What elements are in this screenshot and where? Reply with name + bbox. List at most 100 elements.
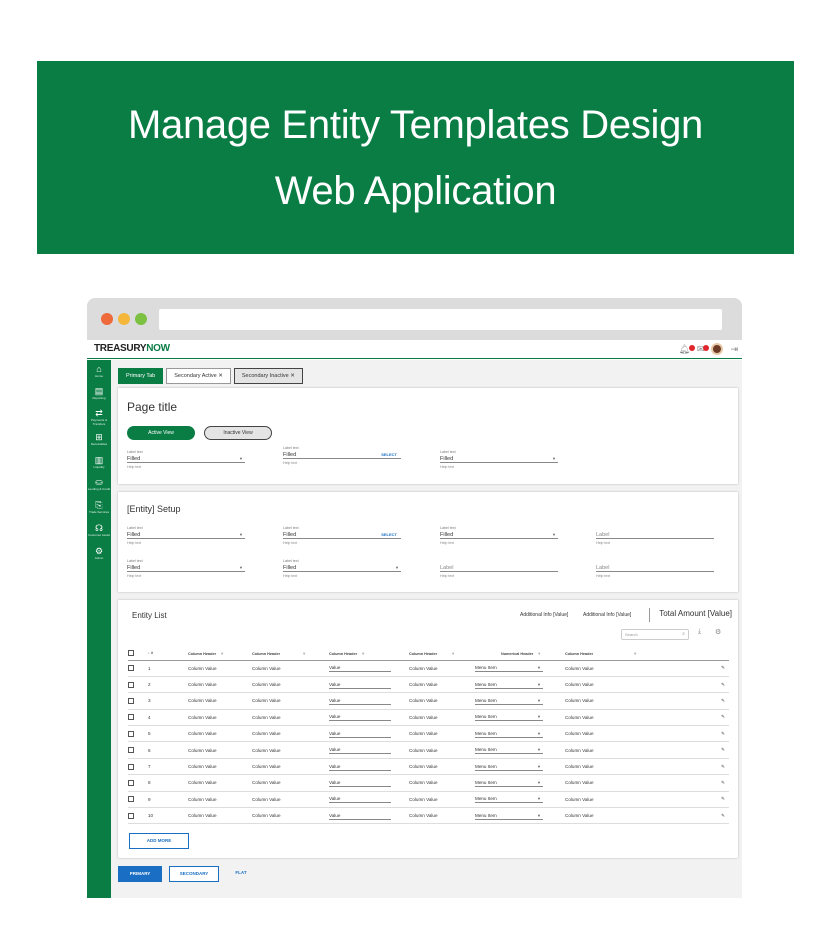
maximize-window-dot[interactable] — [135, 313, 147, 325]
select-all-checkbox[interactable] — [128, 650, 134, 657]
value-input[interactable]: Value — [329, 664, 391, 673]
pencil-icon[interactable]: ✎ — [721, 764, 725, 769]
value-input[interactable]: Value — [329, 812, 391, 820]
value-input[interactable]: Value — [329, 746, 391, 755]
dropdown-field[interactable]: Label text Filled ▼ Help text — [440, 450, 558, 471]
value-input[interactable]: Value — [329, 795, 391, 804]
table-row[interactable]: 5 Column Value Column Value Value Column Val… — [128, 725, 729, 743]
sidebar-item-reporting[interactable]: ▤ Reporting — [87, 386, 111, 400]
address-bar[interactable] — [159, 309, 722, 330]
add-more-button[interactable]: ADD MORE — [129, 833, 189, 849]
tab-secondary-active[interactable]: Secondary Active ✕ — [166, 368, 231, 384]
table-row[interactable]: 6 Column Value Column Value Value Column Val… — [128, 741, 729, 759]
text-field[interactable]: Label Help text — [596, 526, 714, 547]
column-header[interactable]: Column Header ▼ — [252, 647, 329, 661]
dropdown-field[interactable]: Label text Filled ▼ Help text — [283, 559, 401, 580]
table-row[interactable]: 1 Column Value Column Value Value Column Val… — [128, 660, 729, 677]
pencil-icon[interactable]: ✎ — [721, 813, 725, 818]
gear-icon[interactable]: ⚙ — [715, 628, 721, 636]
pencil-icon[interactable]: ✎ — [721, 665, 725, 670]
table-row[interactable]: 3 Column Value Column Value Value Column Val… — [128, 692, 729, 710]
dropdown-field[interactable]: Label text Filled ▼ Help text — [127, 559, 245, 580]
select-link[interactable]: SELECT — [381, 451, 397, 459]
logout-icon[interactable]: ⇥ — [730, 343, 738, 355]
row-checkbox[interactable] — [128, 714, 134, 721]
pencil-icon[interactable]: ✎ — [721, 731, 725, 736]
sidebar-item-customer-assist[interactable]: ☊ Customer Assist — [87, 523, 111, 537]
menu-item-dropdown[interactable]: Menu Item ▼ — [475, 746, 543, 755]
table-row[interactable]: 10 Column Value Column Value Value Column Va… — [128, 807, 729, 825]
filter-icon[interactable]: ▼ — [220, 651, 224, 656]
filter-icon[interactable]: ▼ — [633, 651, 637, 656]
tab-secondary-inactive[interactable]: Secondary Inactive ✕ — [233, 368, 303, 384]
menu-item-dropdown[interactable]: Menu Item ▼ — [475, 730, 543, 738]
tab-primary[interactable]: Primary Tab — [118, 368, 164, 384]
secondary-button[interactable]: SECONDARY — [169, 866, 219, 882]
table-row[interactable]: 2 Column Value Column Value Value Column Val… — [128, 676, 729, 694]
column-header[interactable]: ↓ # — [148, 647, 188, 661]
value-input[interactable]: Value — [329, 681, 391, 689]
table-row[interactable]: 7 Column Value Column Value Value Column Val… — [128, 758, 729, 776]
row-checkbox[interactable] — [128, 796, 134, 803]
sidebar-item-lending[interactable]: ⛀ Lending & Credit — [87, 477, 111, 491]
column-header[interactable]: Column Header ▼ — [409, 647, 475, 661]
pencil-icon[interactable]: ✎ — [721, 796, 725, 801]
value-input[interactable]: Value — [329, 697, 391, 705]
menu-item-dropdown[interactable]: Menu Item ▼ — [475, 664, 543, 673]
value-input[interactable]: Value — [329, 713, 391, 722]
menu-item-dropdown[interactable]: Menu Item ▼ — [475, 713, 543, 722]
pencil-icon[interactable]: ✎ — [721, 698, 725, 703]
table-row[interactable]: 9 Column Value Column Value Value Column Val… — [128, 791, 729, 809]
sidebar-item-home[interactable]: ⌂ Home — [87, 364, 111, 378]
pencil-icon[interactable]: ✎ — [721, 682, 725, 687]
filter-icon[interactable]: ▼ — [537, 651, 541, 656]
sidebar-item-liquidity[interactable]: ▥ Liquidity — [87, 455, 111, 469]
sidebar-item-trade[interactable]: ⎘ Trade Services — [87, 500, 111, 514]
value-input[interactable]: Value — [329, 763, 391, 771]
pencil-icon[interactable]: ✎ — [721, 714, 725, 719]
menu-item-dropdown[interactable]: Menu Item ▼ — [475, 779, 543, 787]
avatar[interactable] — [711, 343, 724, 355]
menu-item-dropdown[interactable]: Menu Item ▼ — [475, 795, 543, 804]
dropdown-field[interactable]: Label text Filled ▼ Help text — [127, 450, 245, 471]
close-window-dot[interactable] — [101, 313, 113, 325]
dropdown-field[interactable]: Label text Filled ▼ Help text — [440, 526, 558, 547]
row-checkbox[interactable] — [128, 730, 134, 737]
select-link[interactable]: SELECT — [381, 531, 397, 539]
pencil-icon[interactable]: ✎ — [721, 747, 725, 752]
row-checkbox[interactable] — [128, 681, 134, 688]
select-field[interactable]: Label text Filled SELECT Help text — [283, 446, 401, 467]
sidebar-item-admin[interactable]: ⚙ Admin — [87, 546, 111, 560]
search-input[interactable]: Search ⌕ — [621, 629, 689, 640]
row-checkbox[interactable] — [128, 763, 134, 770]
bell-icon[interactable]: 🔔︎ — [678, 343, 695, 355]
row-checkbox[interactable] — [128, 779, 134, 786]
active-view-toggle[interactable]: Active View — [127, 426, 195, 440]
table-row[interactable]: 8 Column Value Column Value Value Column Val… — [128, 774, 729, 792]
select-field[interactable]: Label text Filled SELECT Help text — [283, 526, 401, 547]
inactive-view-toggle[interactable]: Inactive View — [204, 426, 272, 440]
sidebar-item-receivables[interactable]: ⊞ Receivables — [87, 432, 111, 446]
mail-icon[interactable]: ✉ — [697, 343, 710, 355]
filter-icon[interactable]: ▼ — [302, 651, 306, 656]
flat-button[interactable]: FLAT — [226, 866, 256, 882]
column-header[interactable]: Numerical Header ▼ — [475, 647, 565, 661]
dropdown-field[interactable]: Label text Filled ▼ Help text — [127, 526, 245, 547]
table-row[interactable]: 4 Column Value Column Value Value Column Val… — [128, 709, 729, 727]
filter-icon[interactable]: ▼ — [361, 651, 365, 656]
value-input[interactable]: Value — [329, 779, 391, 787]
pencil-icon[interactable]: ✎ — [721, 780, 725, 785]
sidebar-item-payments[interactable]: ⇄ Payments & Transfers — [87, 408, 111, 426]
row-checkbox[interactable] — [128, 697, 134, 704]
menu-item-dropdown[interactable]: Menu Item ▼ — [475, 681, 543, 689]
minimize-window-dot[interactable] — [118, 313, 130, 325]
column-header[interactable]: Column Header ▼ — [188, 647, 252, 661]
menu-item-dropdown[interactable]: Menu Item ▼ — [475, 697, 543, 705]
column-header[interactable]: Column Header ▼ — [565, 647, 705, 661]
treasury-now-logo[interactable]: TREASURYNOW — [94, 343, 170, 354]
value-input[interactable]: Value — [329, 730, 391, 738]
text-field[interactable]: Label Help text — [440, 559, 558, 580]
row-checkbox[interactable] — [128, 747, 134, 754]
primary-button[interactable]: PRIMARY — [118, 866, 162, 882]
menu-item-dropdown[interactable]: Menu Item ▼ — [475, 763, 543, 771]
